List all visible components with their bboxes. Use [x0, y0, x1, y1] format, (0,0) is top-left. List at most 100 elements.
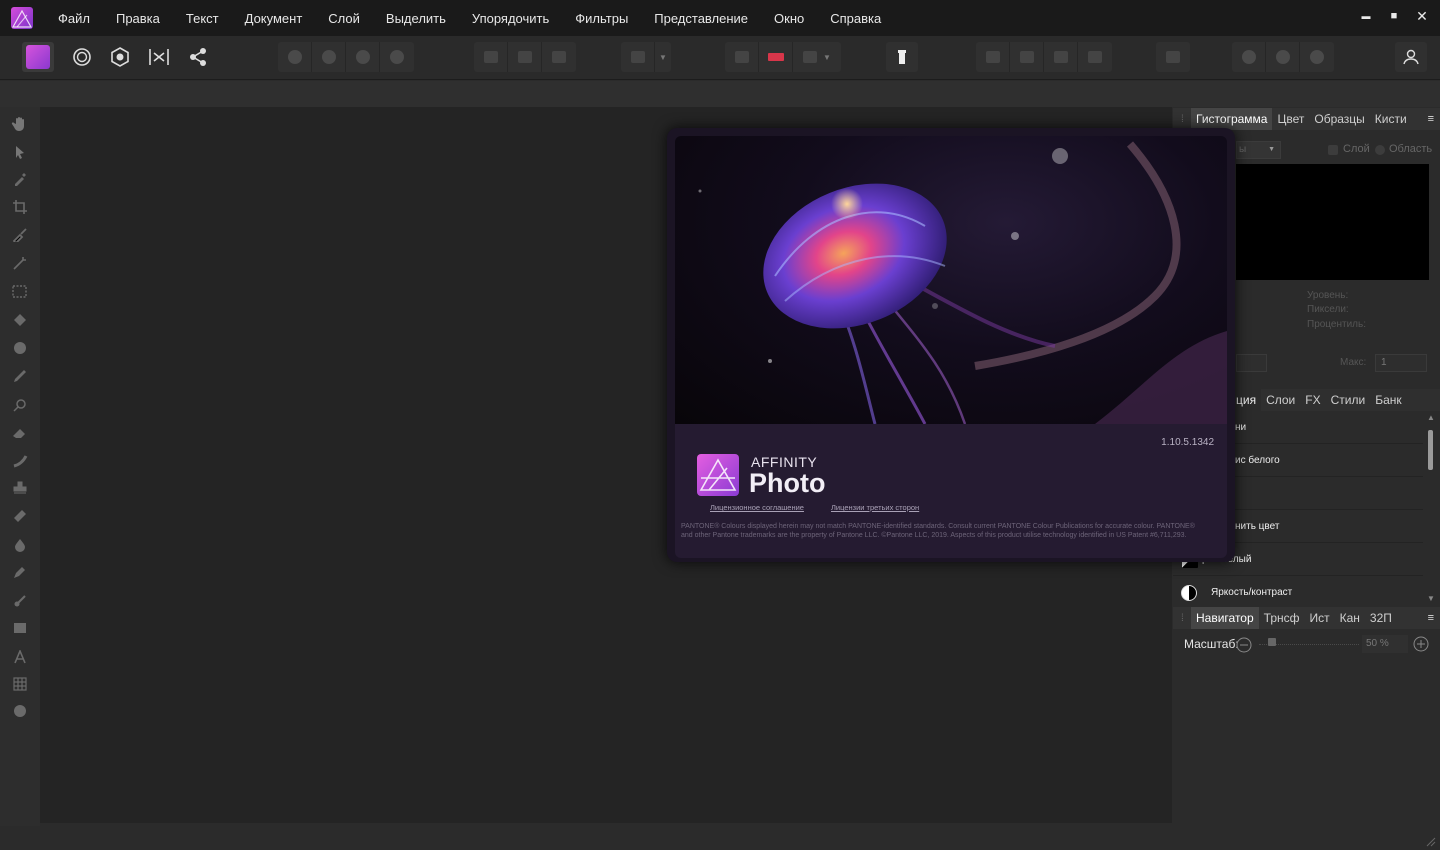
menu-document[interactable]: Документ	[245, 11, 303, 26]
account-button[interactable]	[1395, 42, 1427, 72]
tab-brushes[interactable]: Кисти	[1370, 108, 1412, 130]
quick-mask-group[interactable]: ▼	[621, 42, 671, 72]
add-button[interactable]	[1232, 42, 1266, 72]
max-input[interactable]: 1	[1375, 354, 1427, 372]
red-eye-tool[interactable]	[10, 536, 30, 554]
menu-edit[interactable]: Правка	[116, 11, 160, 26]
tab-layers[interactable]: Слои	[1261, 389, 1300, 411]
menu-filters[interactable]: Фильтры	[575, 11, 628, 26]
gradient-tool[interactable]	[10, 339, 30, 357]
move-back-button[interactable]	[1010, 42, 1044, 72]
align-button[interactable]	[1156, 42, 1190, 72]
third-party-licenses-link[interactable]: Лицензии третьих сторон	[831, 503, 919, 512]
tone-mapping-persona-button[interactable]	[143, 42, 175, 72]
color-picker-tool[interactable]	[10, 170, 30, 188]
dodge-tool[interactable]	[10, 396, 30, 414]
photo-persona-button[interactable]	[22, 42, 54, 72]
selection-brush-tool[interactable]	[10, 226, 30, 244]
menu-select[interactable]: Выделить	[386, 11, 446, 26]
tab-transform[interactable]: Трнсф	[1259, 607, 1305, 629]
tab-histogram[interactable]: Гистограмма	[1191, 108, 1273, 130]
panel-menu-icon[interactable]: ≡	[1428, 113, 1434, 125]
develop-persona-button[interactable]	[104, 42, 136, 72]
zoom-tool[interactable]	[10, 702, 30, 720]
move-to-front-button[interactable]	[1078, 42, 1112, 72]
affinity-photo-logo-icon[interactable]	[11, 7, 33, 29]
pen-tool[interactable]	[10, 563, 30, 581]
zoom-slider[interactable]	[1259, 638, 1359, 646]
crop-tool[interactable]	[10, 198, 30, 216]
erase-tool[interactable]	[10, 424, 30, 442]
min-input[interactable]	[1236, 354, 1267, 372]
menu-help[interactable]: Справка	[830, 11, 881, 26]
chevron-down-icon[interactable]: ▼	[655, 42, 671, 72]
drag-grip-icon[interactable]: ⁞	[1181, 613, 1191, 624]
assistant-button[interactable]	[886, 42, 918, 72]
auto-contrast-button[interactable]	[312, 42, 346, 72]
grid-button[interactable]	[725, 42, 759, 72]
move-forward-button[interactable]	[1044, 42, 1078, 72]
tab-adjustments[interactable]: ция	[1231, 389, 1262, 411]
tab-32p[interactable]: 32П	[1365, 607, 1397, 629]
paint-brush-tool[interactable]	[10, 367, 30, 385]
scrollbar-thumb[interactable]	[1428, 430, 1433, 470]
tab-navigator[interactable]: Навигатор	[1191, 607, 1259, 629]
layer-checkbox[interactable]	[1328, 145, 1338, 155]
view-tool[interactable]	[10, 115, 30, 133]
clone-tool[interactable]	[10, 479, 30, 497]
tab-history[interactable]: Ист	[1305, 607, 1335, 629]
adjustments-scrollbar[interactable]: ▲ ▼	[1425, 413, 1437, 607]
subtract-button[interactable]	[1266, 42, 1300, 72]
scroll-up-icon[interactable]: ▲	[1427, 413, 1435, 422]
flood-fill-tool[interactable]	[10, 311, 30, 329]
node-tool[interactable]	[10, 591, 30, 609]
intersect-button[interactable]	[1300, 42, 1334, 72]
menu-arrange[interactable]: Упорядочить	[472, 11, 549, 26]
minimize-button[interactable]: ▬	[1358, 11, 1374, 21]
tab-styles[interactable]: Стили	[1326, 389, 1371, 411]
zoom-out-icon[interactable]	[1236, 637, 1252, 653]
marquee-tool[interactable]	[10, 283, 30, 301]
healing-brush-tool[interactable]	[10, 506, 30, 524]
adjustment-item[interactable]: Яркость/контраст	[1173, 577, 1423, 609]
auto-levels-button[interactable]	[278, 42, 312, 72]
scroll-down-icon[interactable]: ▼	[1427, 594, 1435, 603]
invert-selection-button[interactable]	[542, 42, 576, 72]
auto-white-balance-button[interactable]	[380, 42, 414, 72]
splash-screen[interactable]: 1.10.5.1342 AFFINITY Photo Лицензионное …	[667, 128, 1235, 562]
mesh-warp-tool[interactable]	[10, 675, 30, 693]
drag-grip-icon[interactable]: ⁞	[1181, 114, 1191, 125]
auto-colors-button[interactable]	[346, 42, 380, 72]
close-button[interactable]: ✕	[1414, 8, 1430, 25]
text-tool[interactable]	[10, 648, 30, 666]
channel-dropdown[interactable]: ы ▼	[1236, 141, 1281, 159]
move-to-back-button[interactable]	[976, 42, 1010, 72]
license-agreement-link[interactable]: Лицензионное соглашение	[710, 503, 804, 512]
menu-file[interactable]: Файл	[58, 11, 90, 26]
tab-stock[interactable]: Банк	[1370, 389, 1406, 411]
area-checkbox[interactable]	[1375, 145, 1385, 155]
zoom-slider-thumb[interactable]	[1268, 638, 1276, 646]
flood-select-tool[interactable]	[10, 254, 30, 272]
select-all-button[interactable]	[474, 42, 508, 72]
menu-window[interactable]: Окно	[774, 11, 804, 26]
menu-layer[interactable]: Слой	[328, 11, 360, 26]
tab-color[interactable]: Цвет	[1272, 108, 1309, 130]
quick-mask-button[interactable]	[621, 42, 655, 72]
deselect-button[interactable]	[508, 42, 542, 72]
maximize-button[interactable]: ■	[1386, 10, 1402, 22]
menu-view[interactable]: Представление	[654, 11, 748, 26]
blur-brush-tool[interactable]	[10, 452, 30, 470]
tab-channels[interactable]: Кан	[1335, 607, 1365, 629]
liquify-persona-button[interactable]	[66, 42, 98, 72]
resize-grip-icon[interactable]	[1426, 837, 1436, 847]
menu-text[interactable]: Текст	[186, 11, 219, 26]
tab-swatches[interactable]: Образцы	[1309, 108, 1369, 130]
rectangle-tool[interactable]	[10, 619, 30, 637]
snapping-button[interactable]	[759, 42, 793, 72]
zoom-in-icon[interactable]	[1413, 636, 1429, 652]
tab-fx[interactable]: FX	[1300, 389, 1325, 411]
panel-menu-icon[interactable]: ≡	[1428, 612, 1434, 624]
export-persona-button[interactable]	[182, 42, 214, 72]
zoom-value-input[interactable]: 50 %	[1362, 635, 1408, 653]
